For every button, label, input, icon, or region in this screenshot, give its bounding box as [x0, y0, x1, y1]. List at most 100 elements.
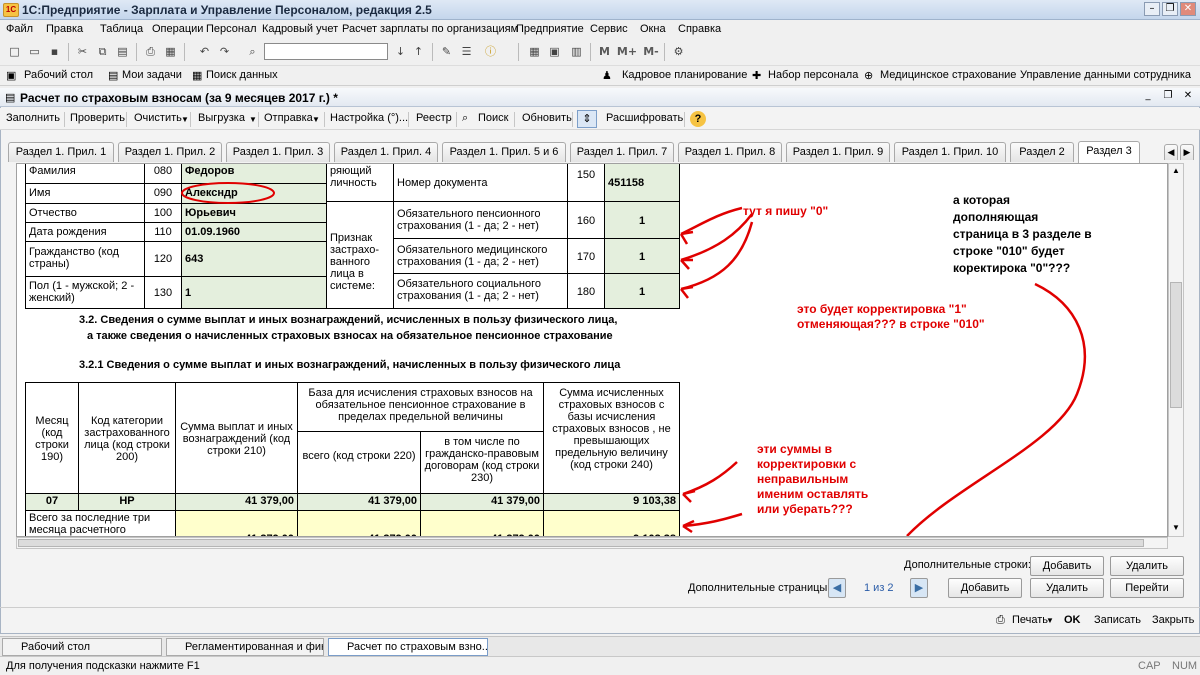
menu-item-personnel[interactable]: Персонал — [206, 23, 257, 35]
preview-icon[interactable]: ▦ — [162, 43, 179, 60]
horizontal-scrollbar[interactable] — [16, 537, 1168, 549]
menu-item-payroll[interactable]: Расчет зарплаты по организациям — [342, 23, 518, 35]
save-button[interactable]: Записать — [1094, 614, 1141, 626]
doc-maximize-icon[interactable]: ❐ — [1160, 90, 1176, 104]
menu-item-windows[interactable]: Окна — [640, 23, 666, 35]
task-desktop[interactable]: Рабочий стол — [2, 638, 162, 656]
panel-search-data[interactable]: Поиск данных — [206, 69, 278, 81]
panel-medical[interactable]: Медицинское страхование — [880, 69, 1016, 81]
list-icon[interactable]: ☰ — [458, 43, 475, 60]
add-row-button[interactable]: Добавить — [1030, 556, 1104, 576]
open-icon[interactable]: ▭ — [26, 43, 43, 60]
delete-page-button[interactable]: Удалить — [1030, 578, 1104, 598]
save-icon[interactable]: ▪ — [46, 43, 63, 60]
tab-section1-app3[interactable]: Раздел 1. Прил. 3 — [226, 142, 330, 162]
menu-item-enterprise[interactable]: Предприятие — [516, 23, 584, 35]
cut-icon[interactable]: ✂ — [74, 43, 91, 60]
tab-section3[interactable]: Раздел 3 — [1078, 141, 1140, 163]
menu-item-operations[interactable]: Операции — [152, 23, 203, 35]
task-regulated[interactable]: Регламентированная и фин... — [166, 638, 324, 656]
maximize-icon[interactable]: ❐ — [1162, 2, 1178, 16]
redo-icon[interactable]: ↷ — [216, 43, 233, 60]
panel-my-tasks[interactable]: Мои задачи — [122, 69, 182, 81]
menu-item-service[interactable]: Сервис — [590, 23, 628, 35]
close-button[interactable]: Закрыть — [1152, 614, 1194, 626]
fill-button[interactable]: Заполнить — [6, 112, 60, 124]
tab-scroll-left-icon[interactable]: ◀ — [1164, 144, 1178, 160]
scroll-down-icon[interactable]: ▼ — [1169, 521, 1183, 535]
calculator-icon[interactable]: ▦ — [526, 43, 543, 60]
decode-button[interactable]: Расшифровать — [606, 112, 683, 124]
find-button[interactable]: Поиск — [478, 112, 508, 124]
menu-item-file[interactable]: Файл — [6, 23, 33, 35]
tab-section1-app8[interactable]: Раздел 1. Прил. 8 — [678, 142, 782, 162]
registry-button[interactable]: Реестр — [416, 112, 452, 124]
panel-desktop[interactable]: Рабочий стол — [24, 69, 93, 81]
calendar-icon[interactable]: ▣ — [546, 43, 563, 60]
undo-icon[interactable]: ↶ — [196, 43, 213, 60]
goto-page-button[interactable]: Перейти — [1110, 578, 1184, 598]
check-button[interactable]: Проверить — [70, 112, 125, 124]
toolbar-separator — [590, 43, 591, 61]
panel-employee-data[interactable]: Управление данными сотрудника — [1020, 69, 1191, 81]
tab-section1-app5-6[interactable]: Раздел 1. Прил. 5 и 6 — [442, 142, 566, 162]
add-page-button[interactable]: Добавить — [948, 578, 1022, 598]
menu-item-help[interactable]: Справка — [678, 23, 721, 35]
hscroll-thumb[interactable] — [18, 539, 1144, 547]
memory-plus-button[interactable]: М+ — [616, 43, 638, 60]
search-down-icon[interactable]: ↓ — [392, 43, 409, 60]
app-logo: 1С — [3, 3, 19, 17]
settings-button[interactable]: Настройка (°)... — [330, 112, 408, 124]
menu-item-edit[interactable]: Правка — [46, 23, 83, 35]
menu-item-hr[interactable]: Кадровый учет — [262, 23, 338, 35]
task-insurance-report[interactable]: Расчет по страховым взно... — [328, 638, 488, 656]
expand-toggle-icon[interactable]: ⇕ — [577, 110, 597, 128]
memory-button[interactable]: М — [596, 43, 613, 60]
refresh-button[interactable]: Обновить — [522, 112, 572, 124]
print-button[interactable]: Печать — [1012, 614, 1048, 626]
tab-section1-app10[interactable]: Раздел 1. Прил. 10 — [894, 142, 1006, 162]
page-indicator: 1 из 2 — [864, 582, 894, 594]
doc-close-icon[interactable]: ✕ — [1180, 90, 1196, 104]
tab-section1-app4[interactable]: Раздел 1. Прил. 4 — [334, 142, 438, 162]
arrow-to-row — [682, 461, 738, 503]
next-page-icon[interactable]: ▶ — [910, 578, 928, 598]
delete-row-button[interactable]: Удалить — [1110, 556, 1184, 576]
report-sheet: Фамилия 080 Федоров Имя 090 Алексндр Отч… — [16, 163, 1168, 537]
doc-minimize-icon[interactable]: _ — [1140, 90, 1156, 104]
close-icon[interactable]: ✕ — [1180, 2, 1196, 16]
memory-minus-button[interactable]: М- — [640, 43, 662, 60]
toolbar-separator — [136, 43, 137, 61]
panel-recruitment[interactable]: Набор персонала — [768, 69, 858, 81]
tab-section1-app9[interactable]: Раздел 1. Прил. 9 — [786, 142, 890, 162]
ok-button[interactable]: OK — [1064, 614, 1081, 626]
command-separator — [572, 112, 573, 127]
help-icon[interactable]: ? — [690, 111, 706, 127]
new-icon[interactable]: □ — [6, 43, 23, 60]
export-button[interactable]: Выгрузка — [198, 112, 245, 124]
minimize-icon[interactable]: – — [1144, 2, 1160, 16]
search-up-icon[interactable]: ↑ — [410, 43, 427, 60]
search-input[interactable] — [264, 43, 388, 60]
copy-icon[interactable]: ⧉ — [94, 43, 111, 60]
search-icon[interactable]: ⌕ — [244, 43, 261, 60]
info-icon[interactable]: ⓘ — [482, 43, 499, 60]
paste-icon[interactable]: ▤ — [114, 43, 131, 60]
edit-icon[interactable]: ✎ — [438, 43, 455, 60]
vertical-scrollbar[interactable]: ▲ ▼ — [1168, 163, 1184, 537]
tab-scroll-right-icon[interactable]: ▶ — [1180, 144, 1194, 160]
print-icon[interactable]: ⎙ — [142, 43, 159, 60]
tab-section1-app2[interactable]: Раздел 1. Прил. 2 — [118, 142, 222, 162]
clear-button[interactable]: Очистить — [134, 112, 182, 124]
send-button[interactable]: Отправка — [264, 112, 313, 124]
tab-section1-app7[interactable]: Раздел 1. Прил. 7 — [570, 142, 674, 162]
tab-section1-app1[interactable]: Раздел 1. Прил. 1 — [8, 142, 114, 162]
scroll-thumb[interactable] — [1170, 282, 1182, 408]
tab-section2[interactable]: Раздел 2 — [1010, 142, 1074, 162]
menu-item-table[interactable]: Таблица — [100, 23, 143, 35]
panel-hr-planning[interactable]: Кадровое планирование — [622, 69, 747, 81]
prev-page-icon[interactable]: ◀ — [828, 578, 846, 598]
settings-icon[interactable]: ⚙ — [670, 43, 687, 60]
book-icon[interactable]: ▥ — [568, 43, 585, 60]
scroll-up-icon[interactable]: ▲ — [1169, 164, 1183, 178]
